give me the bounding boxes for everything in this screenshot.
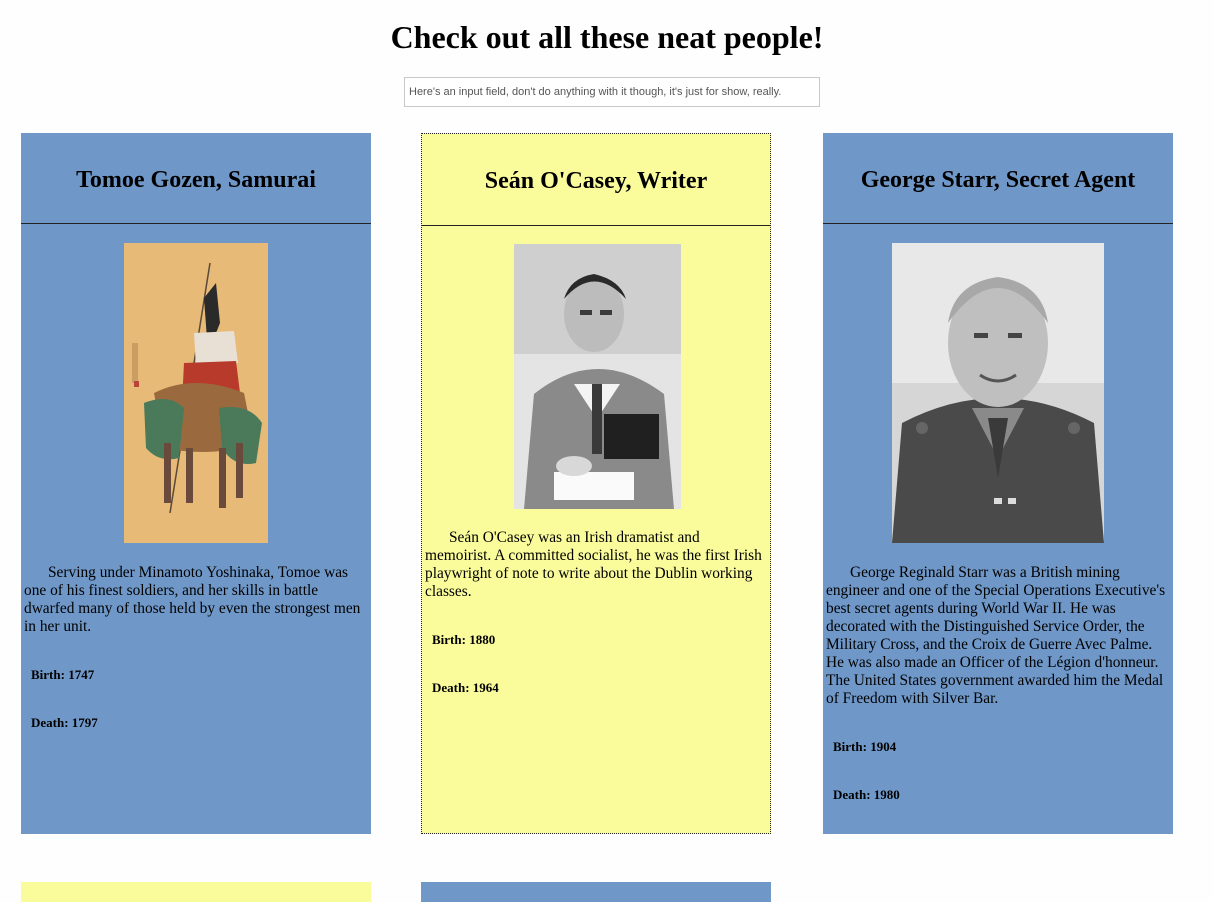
- card-header: Tomoe Gozen, Samurai: [21, 133, 371, 224]
- card-bio: Serving under Minamoto Yoshinaka, Tomoe …: [24, 564, 361, 635]
- card-birth: Birth: 1880: [432, 632, 496, 647]
- agent-portrait-image: [892, 243, 1104, 543]
- next-card-partial: [421, 882, 771, 902]
- card-death: Death: 1964: [432, 680, 499, 695]
- samurai-portrait-image: [124, 243, 268, 543]
- person-card-george-starr: George Starr, Secret Agent George Regina…: [823, 133, 1173, 834]
- next-card-partial: [21, 882, 371, 902]
- card-birth: Birth: 1904: [833, 739, 897, 754]
- card-title: George Starr, Secret Agent: [860, 166, 1136, 193]
- card-title: Seán O'Casey, Writer: [484, 168, 708, 194]
- show-input-field[interactable]: [404, 77, 820, 107]
- card-title: Tomoe Gozen, Samurai: [76, 166, 316, 193]
- card-death: Death: 1980: [833, 787, 900, 802]
- writer-portrait-image: [514, 244, 681, 509]
- person-card-sean-ocasey: Seán O'Casey, Writer Seán O'Casey was an…: [421, 133, 771, 834]
- page-title: Check out all these neat people!: [390, 19, 824, 55]
- card-header: George Starr, Secret Agent: [823, 133, 1173, 224]
- card-header: Seán O'Casey, Writer: [422, 134, 770, 226]
- card-bio: Seán O'Casey was an Irish dramatist and …: [425, 529, 762, 600]
- card-death: Death: 1797: [31, 715, 98, 730]
- card-bio: George Reginald Starr was a British mini…: [826, 564, 1166, 707]
- person-card-tomoe-gozen: Tomoe Gozen, Samurai Serving under Minam…: [21, 133, 371, 834]
- card-birth: Birth: 1747: [31, 667, 95, 682]
